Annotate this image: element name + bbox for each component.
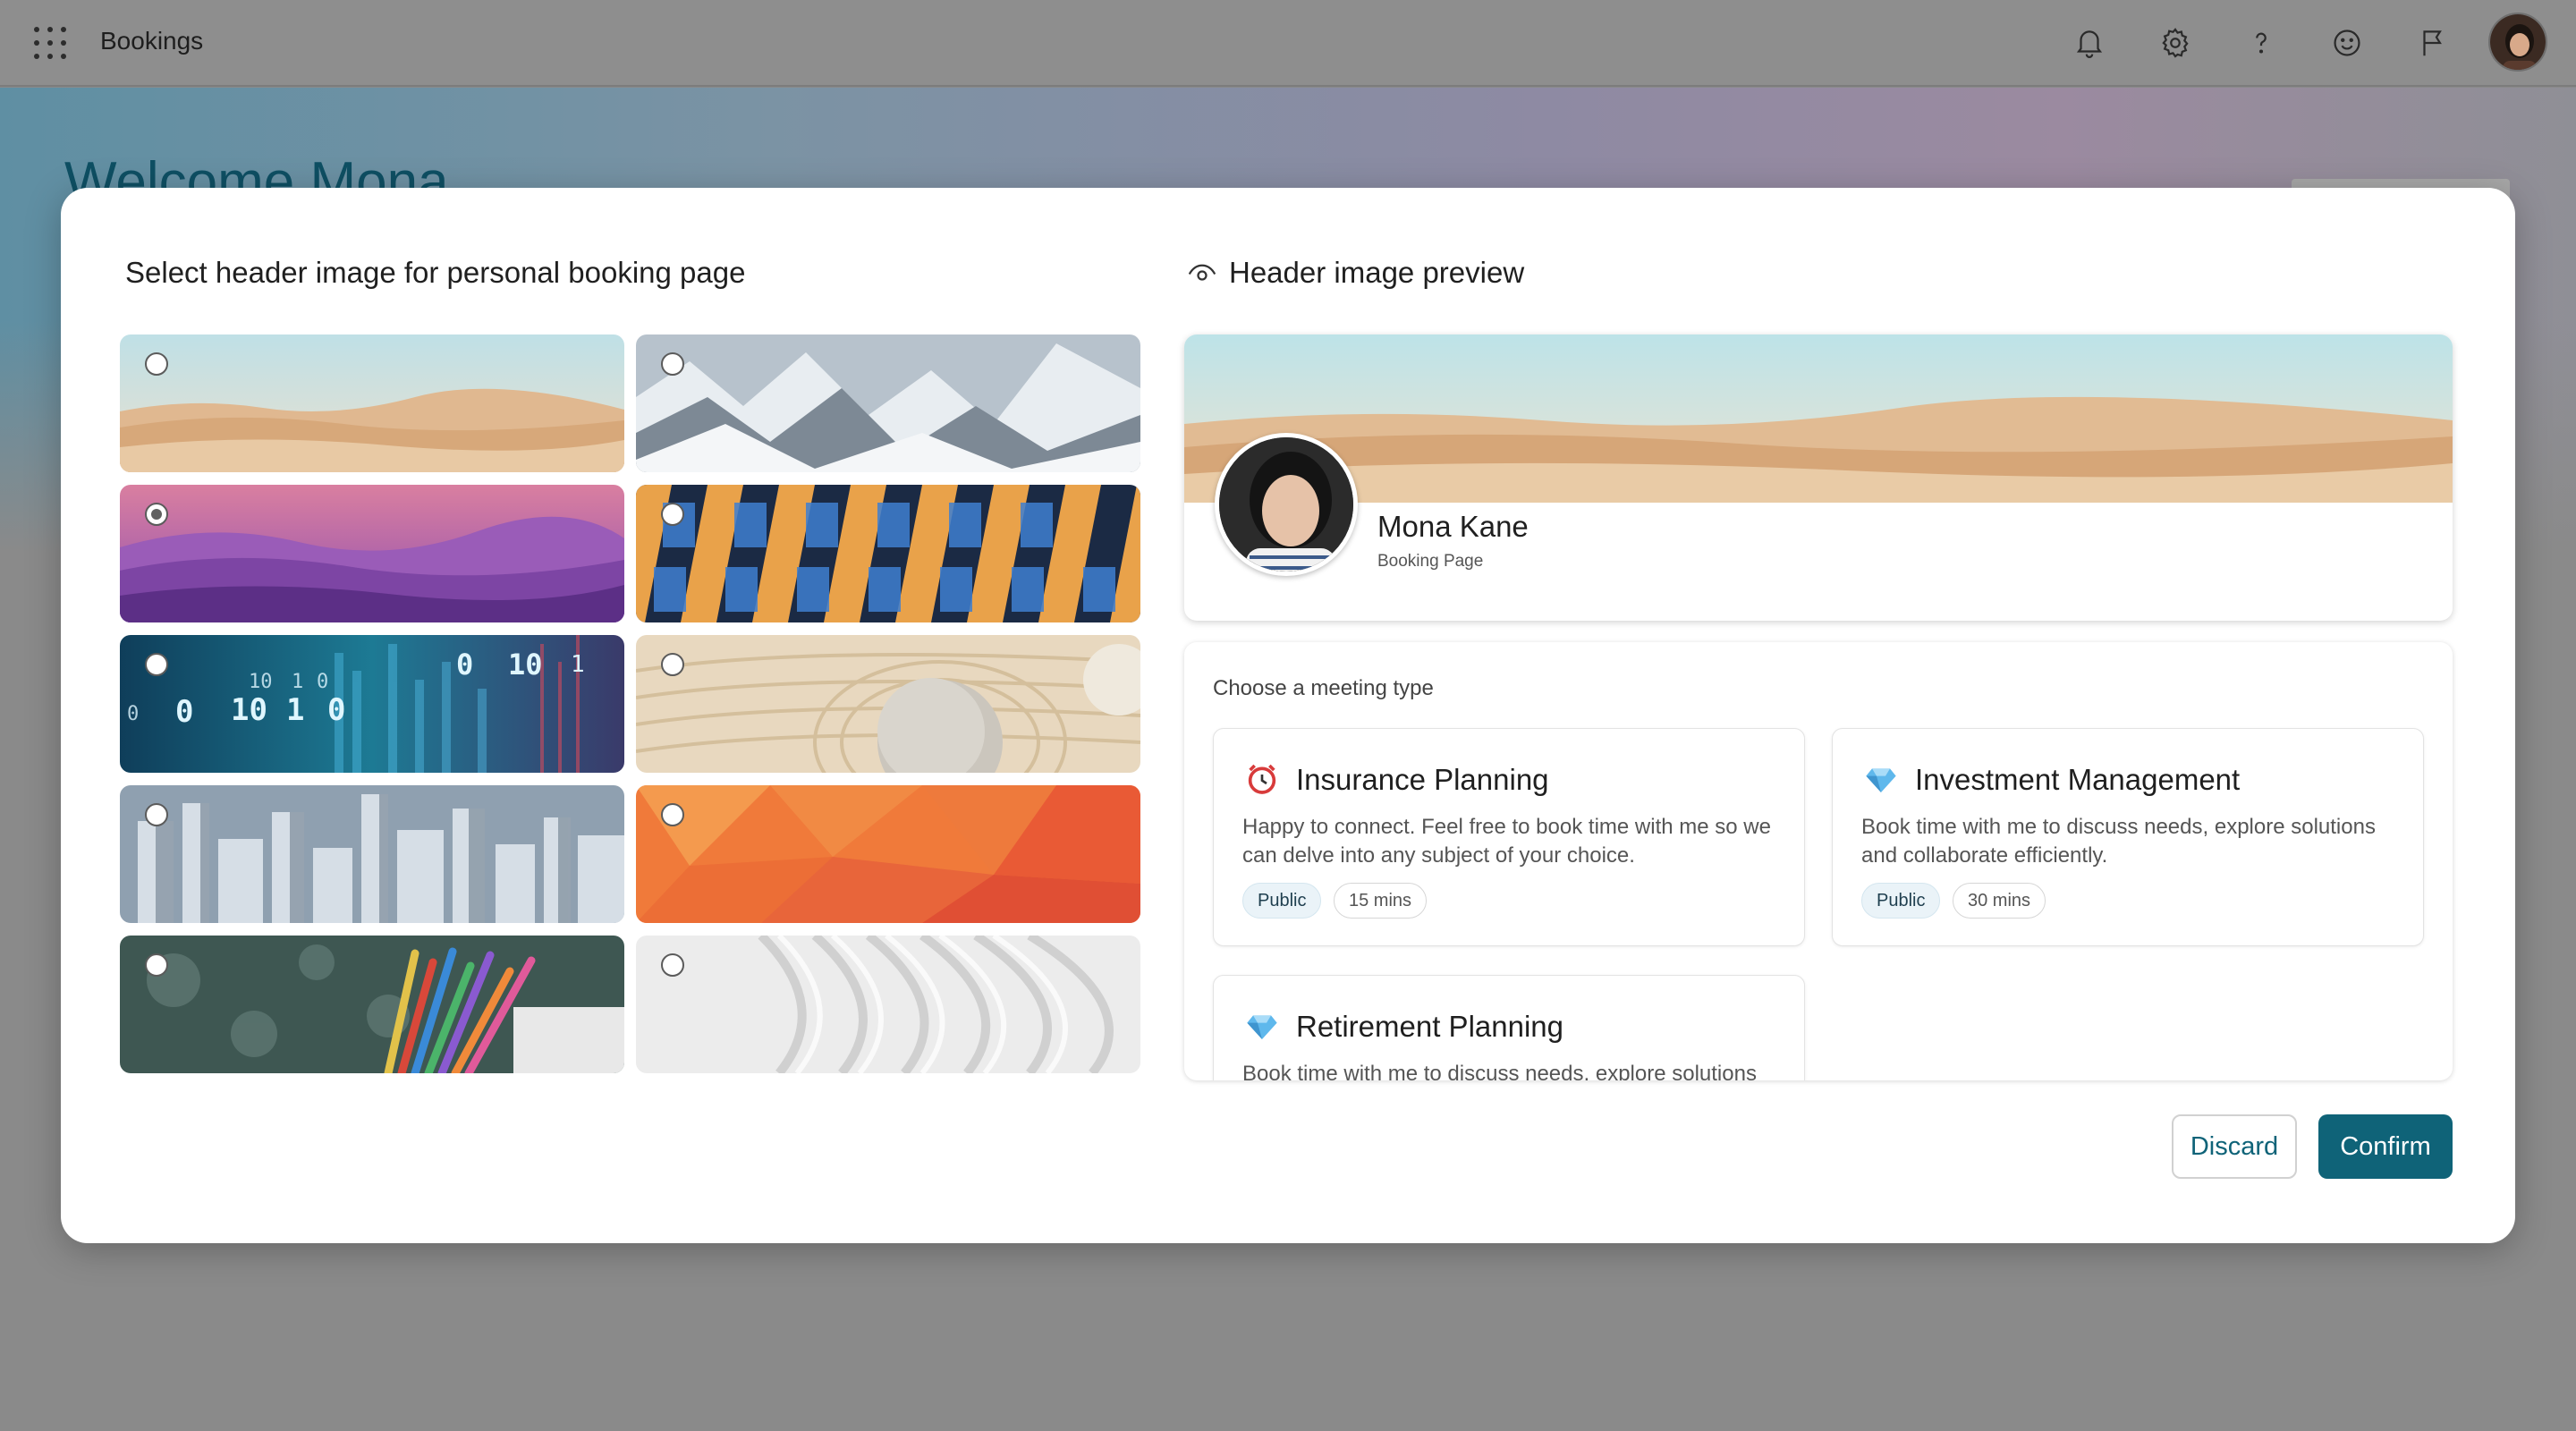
radio-button[interactable] xyxy=(661,352,684,376)
alarm-clock-icon xyxy=(1242,759,1282,799)
diamond-icon xyxy=(1242,1006,1282,1046)
flag-icon[interactable] xyxy=(2411,21,2454,64)
binary-digit: 0 xyxy=(456,648,474,682)
duration-badge: 30 mins xyxy=(1953,883,2046,919)
image-option-zen-sand-stone[interactable] xyxy=(636,635,1140,773)
binary-digit: 1 xyxy=(286,692,305,728)
meeting-card-retirement-planning[interactable]: Retirement Planning Book time with me to… xyxy=(1213,975,1805,1080)
radio-button[interactable] xyxy=(145,803,168,826)
binary-digit: 1 xyxy=(571,651,585,678)
meeting-description: Happy to connect. Feel free to book time… xyxy=(1242,815,1771,868)
binary-digit: 10 xyxy=(231,692,267,728)
profile-subtitle: Booking Page xyxy=(1377,552,1484,571)
select-image-title: Select header image for personal booking… xyxy=(125,256,746,289)
preview-title: Header image preview xyxy=(1229,256,1525,289)
binary-digit: 10 xyxy=(249,671,273,693)
binary-digit: 10 xyxy=(508,648,543,682)
visibility-badge: Public xyxy=(1242,883,1322,919)
header-image-dialog: Select header image for personal booking… xyxy=(61,188,2515,1243)
image-option-building-facade[interactable] xyxy=(636,485,1140,622)
radio-button[interactable] xyxy=(661,503,684,526)
radio-button[interactable] xyxy=(145,352,168,376)
confirm-button[interactable]: Confirm xyxy=(2318,1114,2453,1179)
image-option-purple-mountains[interactable] xyxy=(120,485,624,622)
gear-icon[interactable] xyxy=(2154,21,2197,64)
meeting-type-label: Choose a meeting type xyxy=(1213,676,1434,700)
meeting-title: Investment Management xyxy=(1915,763,2241,796)
profile-name: Mona Kane xyxy=(1377,510,1529,543)
meeting-type-panel: Choose a meeting type Insurance Planning… xyxy=(1184,642,2453,1080)
image-option-binary-data[interactable]: 0 10 1 0 0 10 1 0 0 10 1 xyxy=(120,635,624,773)
visibility-badge: Public xyxy=(1861,883,1941,919)
binary-digit: 1 xyxy=(292,671,304,693)
image-option-snowy-mountains[interactable] xyxy=(636,334,1140,472)
eye-icon xyxy=(1186,257,1218,289)
meeting-description: Book time with me to discuss needs, expl… xyxy=(1242,1062,1757,1080)
bell-icon[interactable] xyxy=(2068,21,2111,64)
help-icon[interactable] xyxy=(2240,21,2283,64)
image-option-city-skyline[interactable] xyxy=(120,785,624,923)
meeting-title: Retirement Planning xyxy=(1296,1010,1563,1043)
radio-button[interactable] xyxy=(661,953,684,977)
user-avatar[interactable] xyxy=(2488,13,2547,72)
radio-button[interactable] xyxy=(145,953,168,977)
image-option-white-waves[interactable] xyxy=(636,936,1140,1073)
image-option-desert[interactable] xyxy=(120,334,624,472)
radio-button[interactable] xyxy=(661,803,684,826)
discard-button[interactable]: Discard xyxy=(2172,1114,2297,1179)
duration-badge: 15 mins xyxy=(1334,883,1428,919)
meeting-description: Book time with me to discuss needs, expl… xyxy=(1861,815,2376,868)
meeting-card-investment-management[interactable]: Investment Management Book time with me … xyxy=(1832,728,2424,946)
image-option-colored-pencils[interactable] xyxy=(120,936,624,1073)
radio-button[interactable] xyxy=(145,653,168,676)
meeting-title: Insurance Planning xyxy=(1296,763,1549,796)
smiley-icon[interactable] xyxy=(2326,21,2368,64)
preview-header-image xyxy=(1184,334,2453,503)
header-image-grid: 0 10 1 0 0 10 1 0 0 10 1 xyxy=(120,334,1141,1073)
app-title: Bookings xyxy=(100,27,204,55)
binary-digit: 0 xyxy=(175,694,194,730)
profile-avatar xyxy=(1215,433,1358,576)
image-option-orange-polygons[interactable] xyxy=(636,785,1140,923)
top-bar: Bookings xyxy=(0,0,2576,87)
header-preview-card: Mona Kane Booking Page xyxy=(1184,334,2453,621)
binary-digit: 0 xyxy=(327,692,346,728)
waffle-icon[interactable] xyxy=(34,27,66,59)
binary-digits: 0 10 1 0 0 10 1 0 0 10 1 xyxy=(120,635,624,773)
radio-button-selected[interactable] xyxy=(145,503,168,526)
binary-digit: 0 xyxy=(127,703,140,725)
diamond-icon xyxy=(1861,759,1901,799)
binary-digit: 0 xyxy=(317,671,329,693)
radio-button[interactable] xyxy=(661,653,684,676)
meeting-card-insurance-planning[interactable]: Insurance Planning Happy to connect. Fee… xyxy=(1213,728,1805,946)
preview-title-row: Header image preview xyxy=(1186,256,1524,290)
